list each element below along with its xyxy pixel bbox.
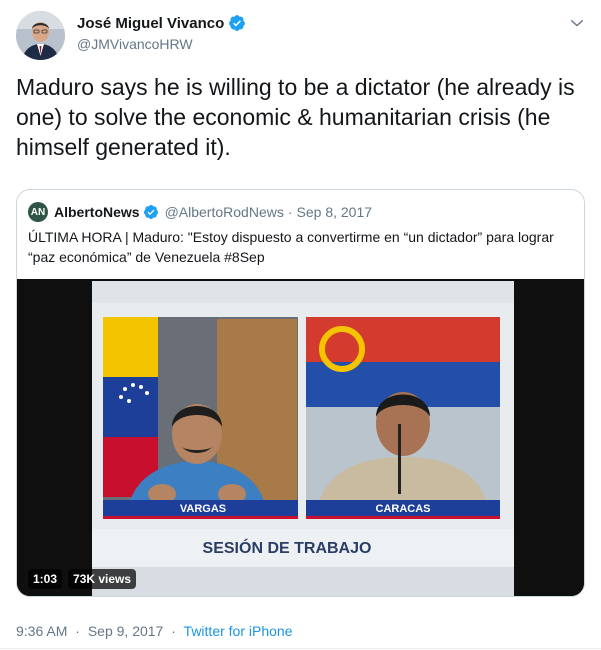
video-badges: 1:03 73K views (28, 569, 137, 589)
video-label-left: VARGAS (180, 503, 226, 515)
video-player[interactable]: VARGAS CARACAS SESIÓN DE TRABAJO 1:03 73… (17, 279, 584, 596)
author-avatar[interactable] (16, 11, 65, 60)
separator-dot: · (171, 623, 176, 639)
separator-dot: · (75, 623, 80, 639)
quoted-author-name[interactable]: AlbertoNews (54, 204, 140, 220)
quoted-author-avatar[interactable]: AN (28, 202, 48, 222)
verified-badge-icon (229, 15, 246, 31)
tweet-source-link[interactable]: Twitter for iPhone (184, 623, 293, 639)
author-name[interactable]: José Miguel Vivanco (77, 15, 224, 32)
chevron-down-icon[interactable] (568, 14, 586, 32)
quoted-author-handle[interactable]: @AlbertoRodNews (165, 204, 284, 220)
tweet-time[interactable]: 9:36 AM (16, 623, 67, 639)
divider (0, 648, 601, 649)
tweet-metadata: 9:36 AM · Sep 9, 2017 · Twitter for iPho… (16, 623, 292, 639)
quoted-tweet-text: ÚLTIMA HORA | Maduro: "Estoy dispuesto a… (28, 229, 554, 265)
video-duration: 1:03 (28, 569, 63, 589)
video-label-right: CARACAS (376, 503, 431, 515)
video-view-count: 73K views (68, 569, 137, 589)
quoted-tweet[interactable]: AN AlbertoNews @AlbertoRodNews · Sep 8, … (16, 189, 585, 597)
quoted-date[interactable]: Sep 8, 2017 (297, 204, 373, 220)
author-name-row[interactable]: José Miguel Vivanco (77, 14, 246, 32)
tweet-date[interactable]: Sep 9, 2017 (88, 623, 164, 639)
avatar-image (16, 11, 65, 60)
verified-badge-icon (143, 205, 158, 219)
separator-dot: · (287, 204, 293, 220)
quoted-tweet-header: AN AlbertoNews @AlbertoRodNews · Sep 8, … (28, 202, 372, 222)
video-caption: SESIÓN DE TRABAJO (203, 538, 372, 557)
video-frame: VARGAS CARACAS SESIÓN DE TRABAJO (17, 279, 584, 596)
author-handle[interactable]: @JMVivancoHRW (77, 36, 193, 52)
tweet: José Miguel Vivanco @JMVivancoHRW Maduro… (0, 0, 601, 650)
tweet-text: Maduro says he is willing to be a dictat… (16, 74, 575, 160)
